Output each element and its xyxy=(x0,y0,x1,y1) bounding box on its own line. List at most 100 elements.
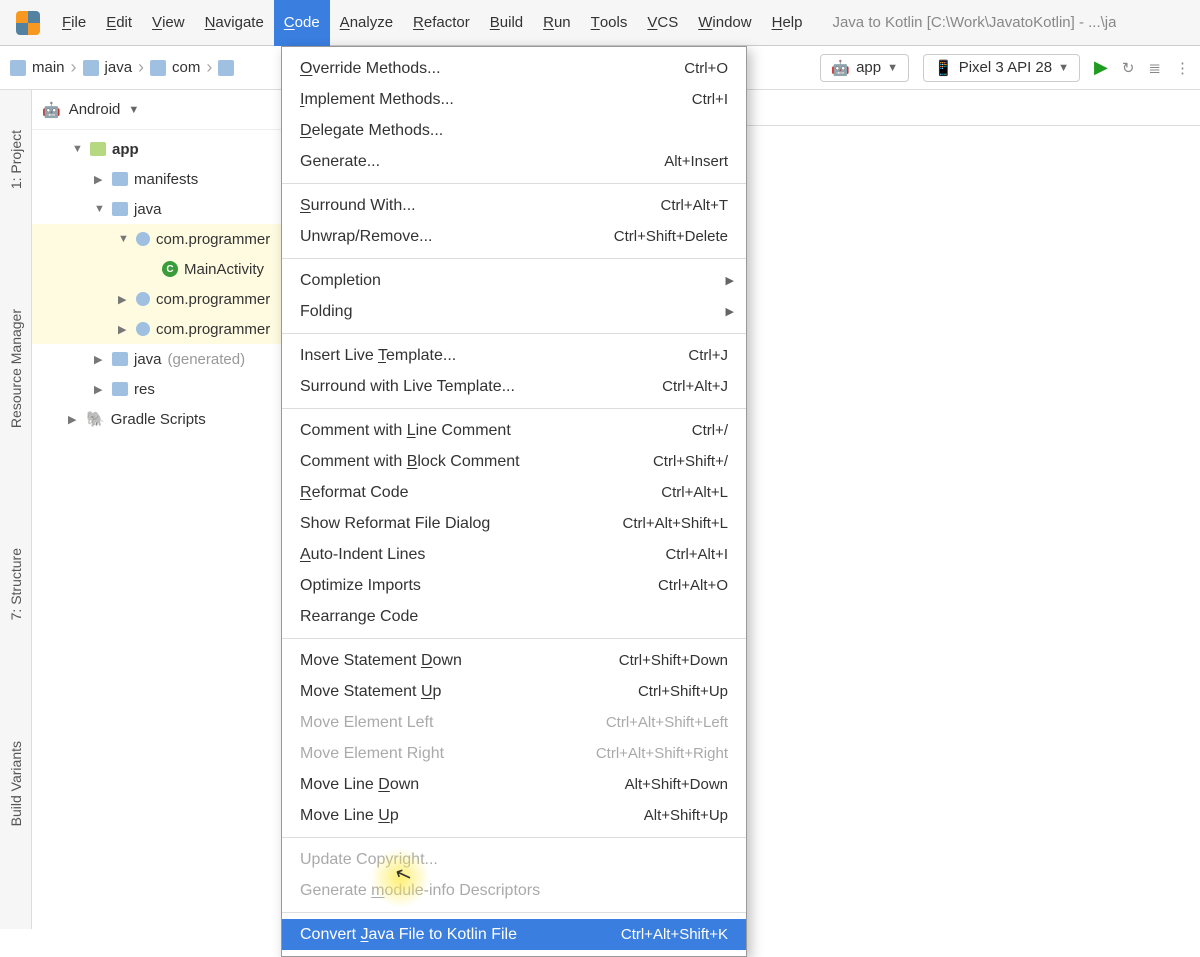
tree-node-manifests[interactable]: ▶manifests xyxy=(32,164,281,194)
menu-item[interactable]: Rearrange Code xyxy=(282,601,746,632)
menu-shortcut: Alt+Shift+Down xyxy=(625,776,728,793)
menu-refactor[interactable]: Refactor xyxy=(403,0,480,46)
menu-item[interactable]: Comment with Block Comment Ctrl+Shift+/ xyxy=(282,446,746,477)
menu-item[interactable]: Move Line UpAlt+Shift+Up xyxy=(282,800,746,831)
menu-item[interactable]: Reformat CodeCtrl+Alt+L xyxy=(282,477,746,508)
project-sidebar: 🤖 Android ▼ ▼app ▶manifests ▼java ▼com.p… xyxy=(32,90,282,929)
menu-item-label: Generate... xyxy=(300,153,380,171)
menu-item[interactable]: Folding▶ xyxy=(282,296,746,327)
tree-node-gradle[interactable]: ▶🐘Gradle Scripts xyxy=(32,404,281,434)
menu-item[interactable]: Move Statement Up Ctrl+Shift+Up xyxy=(282,676,746,707)
menu-build[interactable]: Build xyxy=(480,0,533,46)
menu-item: Update Copyright... xyxy=(282,844,746,875)
chevron-down-icon: ▼ xyxy=(1058,62,1069,74)
tree-node-package[interactable]: ▼com.programmer xyxy=(32,224,281,254)
tree-node-app[interactable]: ▼app xyxy=(32,134,281,164)
menu-item[interactable]: Move Statement DownCtrl+Shift+Down xyxy=(282,645,746,676)
breadcrumb-item[interactable]: java xyxy=(105,59,133,76)
menu-item[interactable]: Completion▶ xyxy=(282,265,746,296)
android-icon: 🤖 xyxy=(42,101,61,119)
tree-node-res[interactable]: ▶res xyxy=(32,374,281,404)
folder-icon xyxy=(10,60,26,76)
build-variants-tool-button[interactable]: Build Variants xyxy=(8,741,24,826)
menu-shortcut: Ctrl+Alt+I xyxy=(665,546,728,563)
tree-node-generated[interactable]: ▶java (generated) xyxy=(32,344,281,374)
sidebar-header[interactable]: 🤖 Android ▼ xyxy=(32,90,281,130)
menu-shortcut: Ctrl+Alt+Shift+Right xyxy=(596,745,728,762)
menu-shortcut: Ctrl+Shift+Up xyxy=(638,683,728,700)
menu-item[interactable]: Move Line DownAlt+Shift+Down xyxy=(282,769,746,800)
menu-shortcut: Ctrl+Alt+Shift+L xyxy=(623,515,728,532)
project-tool-button[interactable]: 1: Project xyxy=(8,130,24,189)
window-title: Java to Kotlin [C:\Work\JavatoKotlin] - … xyxy=(832,14,1116,31)
menu-item[interactable]: Delegate Methods... xyxy=(282,115,746,146)
menu-item-label: Move Statement Up xyxy=(300,683,441,701)
menu-shortcut: Ctrl+Shift+Delete xyxy=(614,228,728,245)
menu-item-label: Comment with Block Comment xyxy=(300,453,520,471)
menu-item[interactable]: Surround with Live Template...Ctrl+Alt+J xyxy=(282,371,746,402)
chevron-down-icon: ▼ xyxy=(887,62,898,74)
menu-run[interactable]: Run xyxy=(533,0,581,46)
chevron-right-icon: › xyxy=(71,57,77,78)
menu-item-label: Move Statement Down xyxy=(300,652,462,670)
menu-analyze[interactable]: Analyze xyxy=(330,0,403,46)
menu-item-label: Show Reformat File Dialog xyxy=(300,515,490,533)
menu-shortcut: Ctrl+Alt+J xyxy=(662,378,728,395)
gradle-icon: 🐘 xyxy=(86,410,105,428)
tree-node-package[interactable]: ▶com.programmer xyxy=(32,314,281,344)
menu-navigate[interactable]: Navigate xyxy=(195,0,274,46)
menu-item-label: Auto-Indent Lines xyxy=(300,546,425,564)
menu-item[interactable]: Unwrap/Remove...Ctrl+Shift+Delete xyxy=(282,221,746,252)
menu-item-label: Move Line Up xyxy=(300,807,399,825)
menu-item[interactable]: Override Methods...Ctrl+O xyxy=(282,53,746,84)
menu-code[interactable]: Code xyxy=(274,0,330,46)
folder-icon xyxy=(218,60,234,76)
menu-view[interactable]: View xyxy=(142,0,195,46)
menu-item-label: Folding xyxy=(300,303,352,321)
resource-manager-tool-button[interactable]: Resource Manager xyxy=(8,309,24,428)
run-button[interactable]: ▶ xyxy=(1094,57,1108,78)
menu-item[interactable]: Insert Live Template...Ctrl+J xyxy=(282,340,746,371)
tree-node-package[interactable]: ▶com.programmer xyxy=(32,284,281,314)
menubar: FileEditViewNavigateCodeAnalyzeRefactorB… xyxy=(0,0,1200,46)
menu-shortcut: Ctrl+Alt+Shift+Left xyxy=(606,714,728,731)
menu-item-label: Completion xyxy=(300,272,381,290)
menu-item-label: Comment with Line Comment xyxy=(300,422,511,440)
menu-tools[interactable]: Tools xyxy=(581,0,638,46)
menu-item-label: Move Element Left xyxy=(300,714,433,732)
menu-vcs[interactable]: VCS xyxy=(637,0,688,46)
apply-changes-button[interactable]: ↻ xyxy=(1122,59,1135,77)
menu-shortcut: Ctrl+J xyxy=(688,347,728,364)
breadcrumb-item[interactable]: com xyxy=(172,59,200,76)
device-label: Pixel 3 API 28 xyxy=(959,59,1052,76)
menu-item[interactable]: Surround With...Ctrl+Alt+T xyxy=(282,190,746,221)
layout-icon[interactable]: ≣ xyxy=(1148,59,1161,77)
app-logo-icon xyxy=(16,11,40,35)
toolbar-right: 🤖 app ▼ 📱 Pixel 3 API 28 ▼ ▶ ↻ ≣ ⋮ xyxy=(820,54,1190,82)
menu-shortcut: Ctrl+Shift+/ xyxy=(653,453,728,470)
menu-item[interactable]: Optimize ImportsCtrl+Alt+O xyxy=(282,570,746,601)
menu-item[interactable]: Generate...Alt+Insert xyxy=(282,146,746,177)
breadcrumb-item[interactable]: main xyxy=(32,59,65,76)
tree-node-java[interactable]: ▼java xyxy=(32,194,281,224)
structure-tool-button[interactable]: 7: Structure xyxy=(8,548,24,620)
menu-item[interactable]: Comment with Line CommentCtrl+/ xyxy=(282,415,746,446)
menu-item[interactable]: Auto-Indent Lines Ctrl+Alt+I xyxy=(282,539,746,570)
device-selector[interactable]: 📱 Pixel 3 API 28 ▼ xyxy=(923,54,1080,82)
project-tree: ▼app ▶manifests ▼java ▼com.programmer CM… xyxy=(32,130,281,438)
tree-node-mainactivity[interactable]: CMainActivity xyxy=(32,254,281,284)
run-config-selector[interactable]: 🤖 app ▼ xyxy=(820,54,909,82)
menu-item-label: Rearrange Code xyxy=(300,608,418,626)
more-icon[interactable]: ⋮ xyxy=(1175,59,1190,77)
menu-help[interactable]: Help xyxy=(762,0,813,46)
menu-window[interactable]: Window xyxy=(688,0,761,46)
menu-edit[interactable]: Edit xyxy=(96,0,142,46)
breadcrumb: main › java › com › xyxy=(10,57,234,78)
android-icon: 🤖 xyxy=(831,59,850,77)
menu-item[interactable]: Implement Methods...Ctrl+I xyxy=(282,84,746,115)
menu-item: Move Element Right Ctrl+Alt+Shift+Right xyxy=(282,738,746,769)
menu-item-label: Move Element Right xyxy=(300,745,444,763)
menu-item[interactable]: Convert Java File to Kotlin FileCtrl+Alt… xyxy=(282,919,746,950)
menu-item[interactable]: Show Reformat File Dialog Ctrl+Alt+Shift+… xyxy=(282,508,746,539)
menu-file[interactable]: File xyxy=(52,0,96,46)
